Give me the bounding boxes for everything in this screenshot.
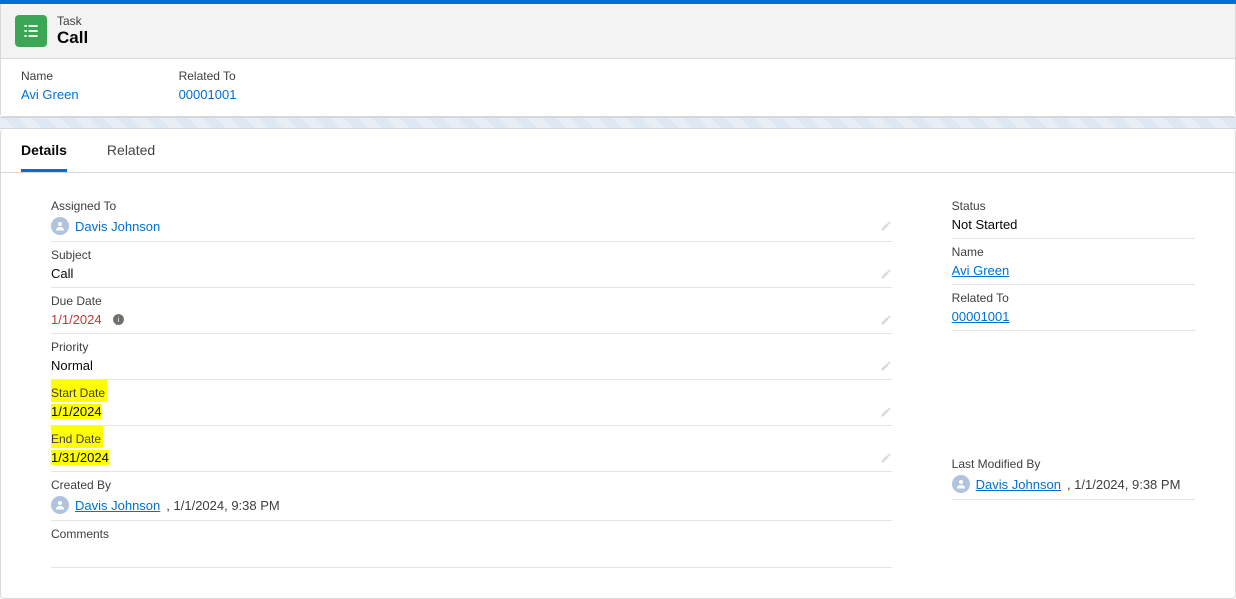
record-header: Task Call (1, 4, 1235, 58)
field-side-name: Name Avi Green (952, 239, 1195, 285)
field-label: Comments (51, 521, 892, 543)
highlight-field-name: Name Avi Green (21, 69, 79, 102)
field-label: Start Date (51, 380, 107, 402)
tab-related[interactable]: Related (107, 129, 155, 172)
object-label: Task (57, 14, 88, 28)
field-label: Related To (952, 285, 1195, 307)
field-start-date: Start Date 1/1/2024 (51, 380, 892, 426)
start-date-value: 1/1/2024 (51, 404, 102, 419)
details-left-column: Assigned To Davis Johnson Subject Call (51, 193, 892, 568)
edit-icon[interactable] (880, 314, 892, 326)
created-by-time: , 1/1/2024, 9:38 PM (166, 498, 279, 513)
header-titles: Task Call (57, 14, 88, 48)
field-subject: Subject Call (51, 242, 892, 288)
detail-card: Details Related Assigned To Davis Johnso… (0, 129, 1236, 599)
highlight-panel: Name Avi Green Related To 00001001 (1, 58, 1235, 116)
field-label: Status (952, 193, 1195, 215)
record-header-card: Task Call Name Avi Green Related To 0000… (0, 4, 1236, 117)
field-label: Name (21, 69, 79, 83)
field-side-related-to: Related To 00001001 (952, 285, 1195, 331)
field-label: Last Modified By (952, 451, 1195, 473)
priority-value: Normal (51, 358, 93, 373)
spacer (952, 331, 1195, 451)
subject-value: Call (51, 266, 73, 281)
avatar-icon (51, 496, 69, 514)
name-link[interactable]: Avi Green (21, 87, 79, 102)
avatar-icon (952, 475, 970, 493)
edit-icon[interactable] (880, 268, 892, 280)
edit-icon[interactable] (880, 406, 892, 418)
field-label: Name (952, 239, 1195, 261)
field-priority: Priority Normal (51, 334, 892, 380)
edit-icon[interactable] (880, 452, 892, 464)
last-modified-by-time: , 1/1/2024, 9:38 PM (1067, 477, 1180, 492)
field-label: Due Date (51, 288, 892, 310)
field-status: Status Not Started (952, 193, 1195, 239)
field-label: Priority (51, 334, 892, 356)
related-to-link[interactable]: 00001001 (179, 87, 237, 102)
side-related-to-link[interactable]: 00001001 (952, 309, 1010, 324)
tab-bar: Details Related (1, 129, 1235, 173)
end-date-value: 1/31/2024 (51, 450, 109, 465)
field-label: Assigned To (51, 193, 892, 215)
field-last-modified-by: Last Modified By Davis Johnson , 1/1/202… (952, 451, 1195, 500)
info-icon[interactable]: i (112, 313, 125, 326)
due-date-value: 1/1/2024 (51, 312, 102, 327)
field-label: Created By (51, 472, 892, 494)
details-right-column: Status Not Started Name Avi Green Relate… (952, 193, 1195, 568)
background-pattern (0, 117, 1236, 129)
last-modified-by-user-link[interactable]: Davis Johnson (976, 477, 1061, 492)
assigned-to-link[interactable]: Davis Johnson (75, 219, 160, 234)
highlight-field-related-to: Related To 00001001 (179, 69, 237, 102)
field-end-date: End Date 1/31/2024 (51, 426, 892, 472)
side-name-link[interactable]: Avi Green (952, 263, 1010, 278)
field-label: End Date (51, 426, 103, 448)
detail-body: Assigned To Davis Johnson Subject Call (1, 173, 1235, 598)
field-assigned-to: Assigned To Davis Johnson (51, 193, 892, 242)
record-title: Call (57, 28, 88, 48)
edit-icon[interactable] (880, 360, 892, 372)
field-due-date: Due Date 1/1/2024 i (51, 288, 892, 334)
status-value: Not Started (952, 217, 1018, 232)
created-by-user-link[interactable]: Davis Johnson (75, 498, 160, 513)
edit-icon[interactable] (880, 220, 892, 232)
field-created-by: Created By Davis Johnson , 1/1/2024, 9:3… (51, 472, 892, 521)
tab-details[interactable]: Details (21, 129, 67, 172)
avatar-icon (51, 217, 69, 235)
field-label: Related To (179, 69, 237, 83)
field-comments: Comments (51, 521, 892, 568)
field-label: Subject (51, 242, 892, 264)
task-icon (15, 15, 47, 47)
